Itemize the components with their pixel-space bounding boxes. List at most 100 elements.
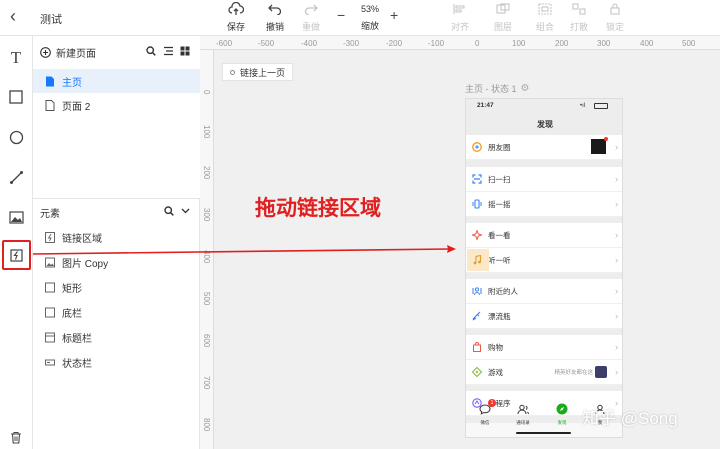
search-icon[interactable] <box>164 206 174 216</box>
tab-discover[interactable]: 发现 <box>553 402 571 426</box>
delete-tool[interactable] <box>5 426 27 448</box>
page-item-page-2[interactable]: 页面 2 <box>33 93 200 117</box>
chevron-right-icon: › <box>615 230 618 240</box>
zoom-in-button[interactable]: + <box>390 7 398 23</box>
grid-view-icon[interactable] <box>180 46 190 56</box>
design-canvas[interactable]: -600 -500 -400 -300 -200 -100 0 100 200 … <box>200 36 720 449</box>
chevron-right-icon: › <box>615 342 618 352</box>
menu-games[interactable]: 游戏 精英好友都在这 › <box>466 360 622 385</box>
tab-label: 发现 <box>557 420 567 425</box>
undo-label: 撤销 <box>265 22 284 32</box>
nearby-people-icon <box>472 287 482 296</box>
menu-label: 扫一扫 <box>488 174 511 184</box>
drag-annotation: 拖动链接区域 <box>255 197 381 220</box>
horizontal-ruler: -600 -500 -400 -300 -200 -100 0 100 200 … <box>200 36 720 50</box>
element-item-status-bar[interactable]: 状态栏 <box>33 350 200 374</box>
menu-shake[interactable]: 摇一摇 › <box>466 192 622 217</box>
element-item-rectangle[interactable]: 矩形 <box>33 275 200 299</box>
chevron-right-icon: › <box>615 174 618 184</box>
element-item-label: 状态栏 <box>62 358 92 370</box>
line-tool[interactable] <box>5 166 27 188</box>
element-item-label: 链接区域 <box>62 233 102 245</box>
menu-nearby[interactable]: 附近的人 › <box>466 279 622 304</box>
ruler-tick: -100 <box>428 39 445 48</box>
ruler-tick: 400 <box>640 39 654 48</box>
text-tool[interactable]: T <box>5 47 27 69</box>
layer-button[interactable]: 图层 <box>488 2 518 34</box>
menu-look[interactable]: 看一看 › <box>466 223 622 248</box>
link-prev-page-chip[interactable]: 链接上一页 <box>222 63 294 81</box>
chevron-down-icon[interactable] <box>181 208 190 214</box>
signal-icon: •ıl <box>580 103 586 109</box>
image-tool[interactable] <box>5 206 27 228</box>
chevron-right-icon: › <box>615 199 618 209</box>
search-icon[interactable] <box>146 46 156 56</box>
menu-scan[interactable]: 扫一扫 › <box>466 167 622 192</box>
state-label[interactable]: 主页 - 状态 1 ⚙ <box>465 82 529 95</box>
menu-shopping[interactable]: 购物 › <box>466 335 622 360</box>
menu-bottle[interactable]: 漂流瓶 › <box>466 304 622 329</box>
game-thumbnail <box>595 366 607 378</box>
ungroup-button[interactable]: 打散 <box>564 2 594 34</box>
game-hint: 精英好友都在这 <box>554 370 593 376</box>
ruler-tick: 500 <box>202 292 211 306</box>
element-item-bottom-bar[interactable]: 底栏 <box>33 300 200 324</box>
back-button[interactable]: ‹ <box>10 6 24 26</box>
link-area-icon <box>45 231 55 243</box>
align-button[interactable]: 对齐 <box>445 2 475 34</box>
tab-contacts[interactable]: 通讯录 <box>514 402 532 426</box>
align-label: 对齐 <box>450 22 469 32</box>
group-button[interactable]: 组合 <box>530 2 560 34</box>
undo-button[interactable]: 撤销 <box>260 2 290 34</box>
menu-label: 摇一摇 <box>488 199 511 209</box>
page-item-home[interactable]: 主页 <box>33 69 200 93</box>
new-page-button[interactable]: 新建页面 <box>40 45 96 60</box>
rectangle-icon <box>9 90 23 104</box>
menu-label: 游戏 <box>488 367 503 377</box>
moments-thumbnail <box>591 139 606 154</box>
list-view-icon[interactable] <box>163 46 174 56</box>
chevron-right-icon: › <box>615 142 618 152</box>
chevron-right-icon: › <box>615 367 618 377</box>
save-button[interactable]: 保存 <box>221 1 251 34</box>
dot-icon <box>230 69 235 75</box>
menu-label: 看一看 <box>488 230 511 240</box>
unread-badge: 1 <box>488 399 496 407</box>
zoom-out-button[interactable]: − <box>337 7 345 23</box>
ruler-tick: 300 <box>597 39 611 48</box>
cloud-upload-icon <box>221 1 251 20</box>
image-icon <box>45 257 55 267</box>
link-prev-page-label: 链接上一页 <box>240 67 286 78</box>
rectangle-tool[interactable] <box>5 86 27 108</box>
tab-label: 通讯录 <box>516 420 530 425</box>
ruler-tick: 700 <box>202 376 211 390</box>
elements-title: 元素 <box>40 209 60 220</box>
ruler-tick: 400 <box>202 250 211 264</box>
vertical-ruler: 0 100 200 300 400 500 600 700 800 <box>200 50 214 449</box>
chevron-right-icon: › <box>615 311 618 321</box>
music-note-icon <box>473 255 482 265</box>
nav-title: 发现 <box>537 120 553 129</box>
link-area-tool[interactable] <box>2 240 31 270</box>
menu-moments[interactable]: 朋友圈 › <box>466 135 622 160</box>
badge-dot <box>604 137 608 141</box>
ruler-tick: -400 <box>301 39 318 48</box>
redo-button[interactable]: 重做 <box>296 2 326 34</box>
layer-label: 图层 <box>493 22 512 32</box>
tab-label: 微信 <box>480 420 490 425</box>
phone-artboard[interactable]: 21:47 •ıl 发现 朋友圈 › 扫一扫 › 摇一摇 › 看一看 › 听一听… <box>465 98 623 438</box>
lock-button[interactable]: 锁定 <box>600 2 630 34</box>
rectangle-icon <box>45 307 55 317</box>
circle-tool[interactable] <box>5 126 27 148</box>
circle-icon <box>9 130 23 144</box>
element-item-image-copy[interactable]: 图片 Copy <box>33 250 200 274</box>
zoom-value[interactable]: 53% <box>356 4 384 14</box>
top-toolbar: ‹ 测试 保存 撤销 重做 − 53% 缩放 + 对齐 图层 组合 打散 锁定 <box>0 0 720 36</box>
menu-listen[interactable]: 听一听 › <box>466 248 622 273</box>
status-bar-icon <box>45 359 55 365</box>
bottle-icon <box>472 311 481 321</box>
title-bar-icon <box>45 332 55 342</box>
element-item-title-bar[interactable]: 标题栏 <box>33 325 200 349</box>
lock-label: 锁定 <box>605 22 624 32</box>
element-item-link-area[interactable]: 链接区域 <box>33 225 200 249</box>
